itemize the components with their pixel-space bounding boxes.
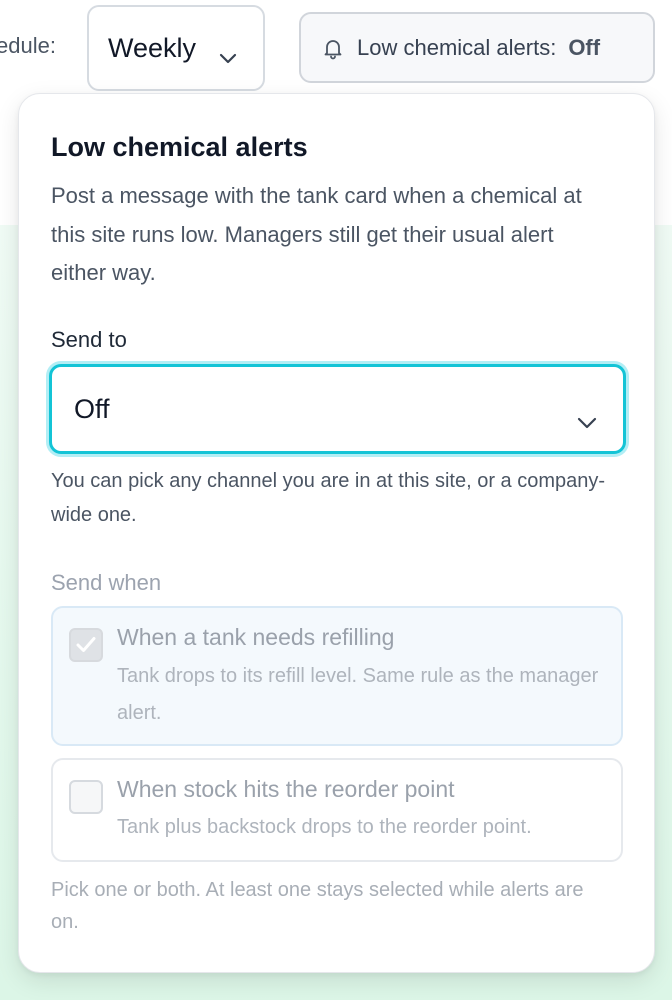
low-chemical-alerts-button[interactable]: Low chemical alerts: Off — [299, 12, 655, 83]
popover-description: Post a message with the tank card when a… — [51, 183, 582, 285]
send-to-hint: You can pick any channel you are in at t… — [51, 470, 606, 526]
refill-checkbox[interactable] — [69, 628, 103, 662]
option-title: When a tank needs refilling — [117, 624, 395, 650]
alerts-button-state: Off — [568, 34, 601, 60]
option-description: Tank plus backstock drops to the reorder… — [117, 816, 532, 838]
send-to-value: Off — [74, 393, 110, 424]
check-icon — [76, 637, 96, 652]
schedule-select[interactable]: Weekly — [87, 5, 265, 91]
popover-title: Low chemical alerts — [51, 132, 308, 162]
reorder-checkbox[interactable] — [69, 780, 103, 814]
footer-note: Pick one or both. At least one stays sel… — [51, 879, 584, 933]
toolbar: edule: Weekly Low chemical alerts: Off — [0, 0, 672, 95]
option-description: Tank drops to its refill level. Same rul… — [117, 665, 599, 724]
schedule-value: Weekly — [108, 32, 197, 63]
low-chemical-alerts-popover: Low chemical alerts Post a message with … — [18, 93, 655, 973]
send-when-label: Send when — [51, 570, 162, 595]
chevron-down-icon — [219, 41, 237, 72]
option-reorder-point[interactable]: When stock hits the reorder point Tank p… — [51, 758, 623, 862]
option-title: When stock hits the reorder point — [117, 776, 455, 802]
alerts-button-label: Low chemical alerts: — [357, 34, 557, 60]
schedule-label: edule: — [0, 33, 56, 58]
send-to-label: Send to — [51, 327, 127, 352]
chevron-down-icon — [577, 405, 597, 436]
bell-icon — [321, 36, 345, 60]
send-to-select[interactable]: Off — [49, 364, 626, 454]
option-refill[interactable]: When a tank needs refilling Tank drops t… — [51, 606, 623, 746]
